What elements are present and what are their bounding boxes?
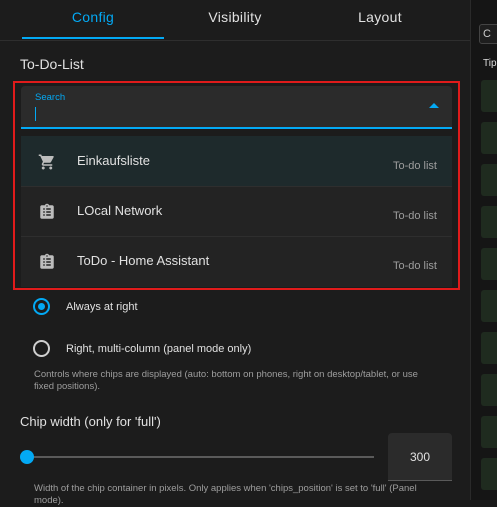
radio-label-right-multi-column: Right, multi-column (panel mode only) — [66, 343, 252, 355]
todo-list-title: To-Do-List — [20, 56, 84, 72]
preview-chip — [481, 80, 497, 112]
preview-label: Tip — [483, 58, 497, 69]
preview-chip — [481, 206, 497, 238]
card-editor: Config Visibility Layout To-Do-List Sear… — [0, 0, 470, 506]
radio-label-always-at-right: Always at right — [66, 301, 138, 313]
preview-chip — [481, 122, 497, 154]
preview-input[interactable]: C — [479, 24, 497, 44]
radio-right-multi-column[interactable] — [33, 340, 50, 357]
preview-chip — [481, 248, 497, 280]
chips-position-helper-text: Controls where chips are displayed (auto… — [34, 369, 418, 392]
preview-chip — [481, 458, 497, 490]
preview-chip — [481, 332, 497, 364]
highlight-annotation-box — [13, 81, 460, 290]
tab-layout[interactable]: Layout — [306, 0, 454, 38]
chip-width-title: Chip width (only for 'full') — [20, 414, 161, 429]
tab-bar: Config Visibility Layout — [0, 0, 470, 41]
radio-always-at-right[interactable] — [33, 298, 50, 315]
active-tab-indicator — [22, 37, 164, 39]
chip-width-slider-thumb[interactable] — [20, 450, 34, 464]
preview-chip — [481, 374, 497, 406]
tab-visibility[interactable]: Visibility — [164, 0, 306, 38]
chip-width-slider-track[interactable] — [28, 456, 374, 458]
preview-chip — [481, 164, 497, 196]
tab-config[interactable]: Config — [22, 0, 164, 38]
preview-chip — [481, 290, 497, 322]
preview-chip — [481, 416, 497, 448]
preview-panel: C Tip — [470, 0, 497, 500]
chip-width-helper-text: Width of the chip container in pixels. O… — [34, 483, 417, 506]
chip-width-number-input[interactable]: 300 — [388, 433, 452, 481]
